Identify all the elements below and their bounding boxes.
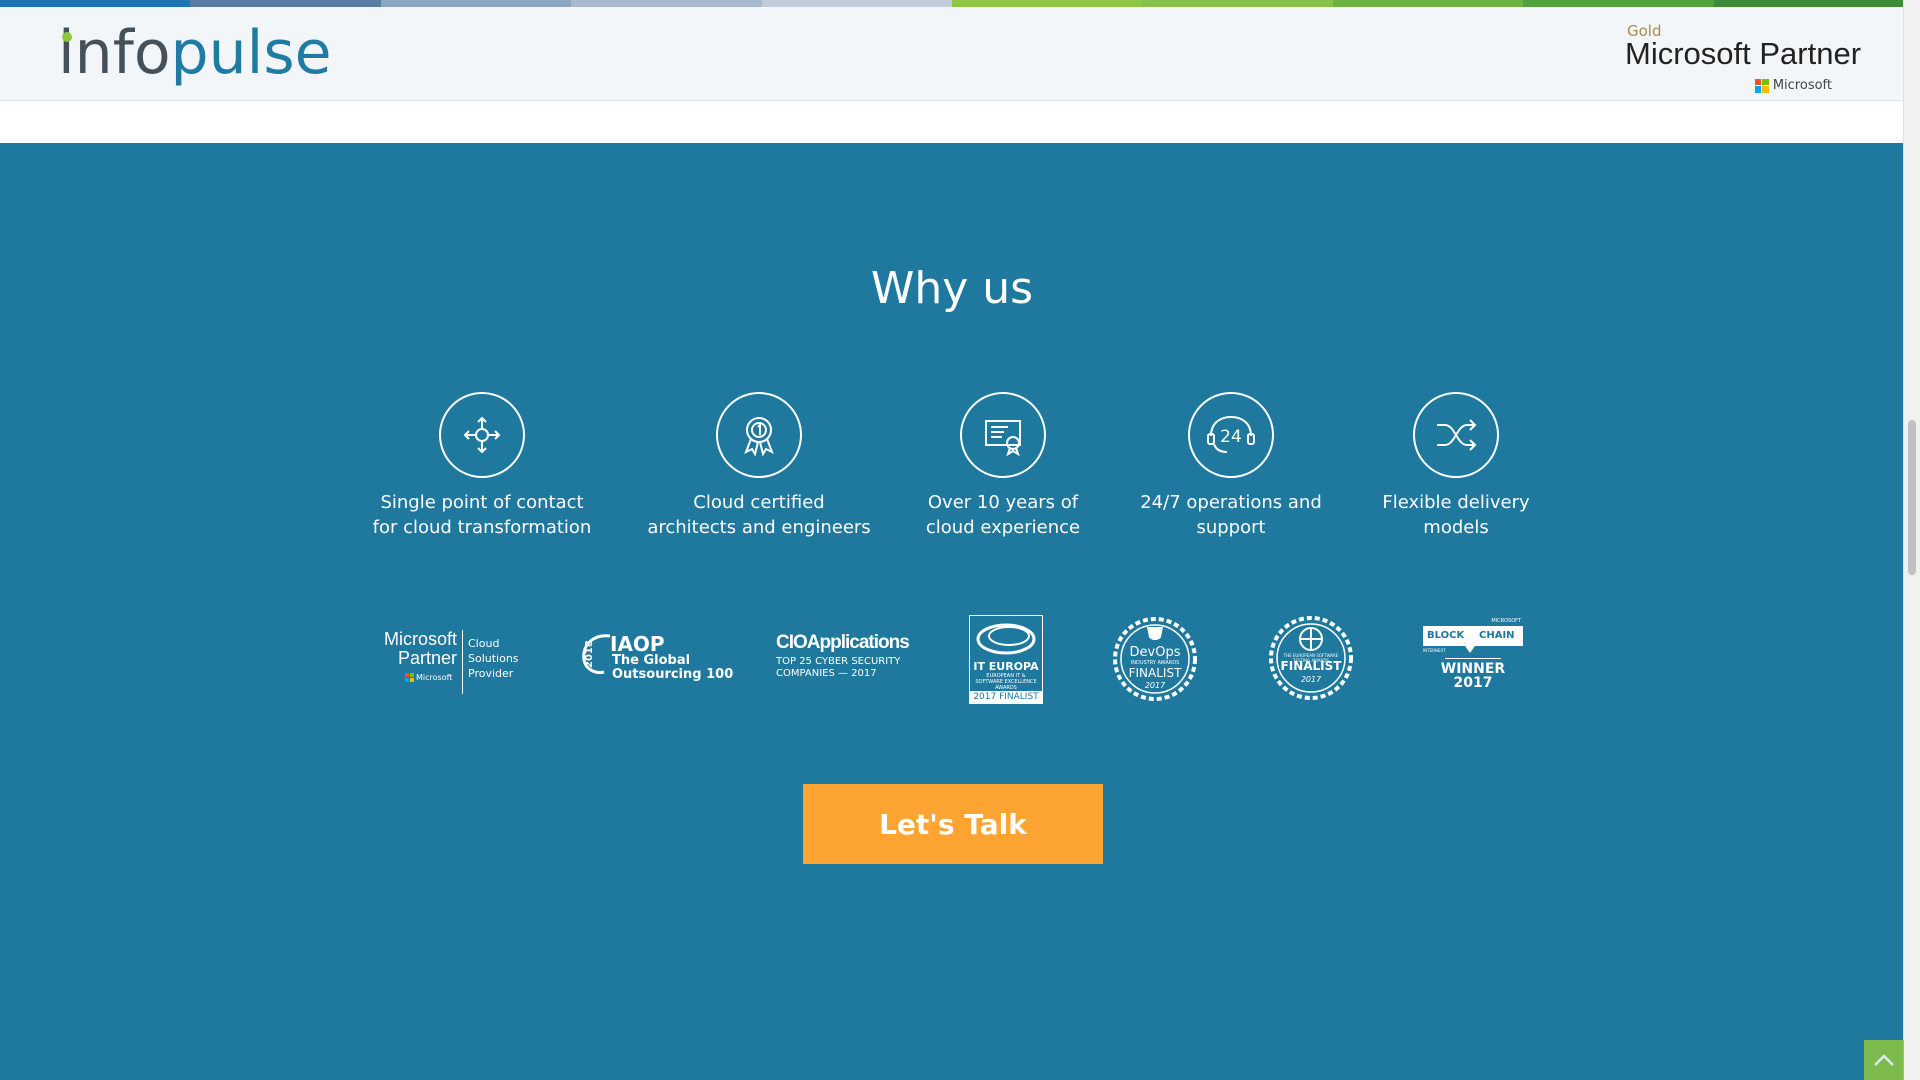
award-devops: DevOps INDUSTRY AWARDS FINALIST 2017: [1111, 615, 1199, 703]
it-europa-foot: 2017 FINALIST: [970, 691, 1042, 703]
ms-brand-text: Microsoft: [1772, 78, 1832, 93]
feature-label: Single point of contact for cloud transf…: [372, 492, 592, 538]
site-header: infopulse Gold Microsoft Partner Microso…: [0, 7, 1904, 101]
ms-award-side3: Provider: [468, 667, 514, 680]
microsoft-logo-icon: [405, 673, 414, 682]
lets-talk-button[interactable]: Let's Talk: [803, 784, 1103, 864]
svg-text:24: 24: [1220, 427, 1242, 447]
it-europa-name: IT EUROPA: [973, 660, 1039, 673]
scrollbar-thumb[interactable]: [1908, 420, 1916, 575]
infopulse-logo[interactable]: infopulse: [58, 13, 332, 93]
award-it-europa: IT EUROPA EUROPEAN IT & SOFTWARE EXCELLE…: [969, 615, 1043, 704]
ms-small-brand: Microsoft: [1754, 78, 1832, 93]
award-ms-cloud-solutions: Microsoft Partner Microsoft Cloud Soluti…: [381, 630, 521, 710]
top-stripe-segment: [1523, 0, 1714, 7]
award-iaop: 2018 IAOP The Global Outsourcing 100: [580, 630, 733, 700]
award-blockchain: MICROSOFT BLOCK CHAIN INTERNEXT WINNER 2…: [1423, 618, 1523, 703]
connect-arrows-icon: [439, 392, 525, 478]
top-stripe-segment: [952, 0, 1143, 7]
devops-name: DevOps: [1129, 645, 1181, 660]
chevron-up-icon: [1874, 1054, 1894, 1066]
cio-brand: CIOApplications: [776, 632, 910, 653]
blockchain-year: 2017: [1453, 675, 1493, 691]
feature-delivery-models: Flexible delivery models: [1341, 392, 1571, 540]
testing-year: 2017: [1300, 675, 1322, 684]
microsoft-logo-icon: [1754, 78, 1769, 93]
cio-line2: COMPANIES — 2017: [776, 668, 877, 679]
cio-line1: TOP 25 CYBER SECURITY: [776, 656, 901, 667]
section-title: Why us: [870, 263, 1034, 314]
back-to-top-button[interactable]: [1864, 1040, 1904, 1080]
top-stripe-segment: [380, 0, 572, 7]
ms-award-side2: Solutions: [468, 652, 519, 665]
award-software-testing: THE EUROPEAN SOFTWARE TESTING AWARDS FIN…: [1268, 615, 1354, 701]
blockchain-chain: CHAIN: [1479, 630, 1515, 641]
shuffle-icon: [1413, 392, 1499, 478]
top-stripe-segment: [1142, 0, 1333, 7]
microsoft-gold-partner-badge: Gold Microsoft Partner Microsoft: [1622, 22, 1861, 100]
devops-year: 2017: [1144, 681, 1166, 690]
iaop-year: 2018: [584, 640, 595, 668]
top-color-stripe: [0, 0, 1905, 7]
top-stripe-segment: [190, 0, 381, 7]
feature-support: 24 24/7 operations and support: [1116, 392, 1346, 540]
top-stripe-segment: [0, 0, 191, 7]
it-europa-ellipse-icon: [976, 623, 1036, 655]
ms-award-side1: Cloud: [468, 637, 500, 650]
testing-status: FINALIST: [1280, 659, 1342, 673]
certificate-icon: [960, 392, 1046, 478]
top-stripe-segment: [761, 0, 953, 7]
feature-experience: Over 10 years of cloud experience: [888, 392, 1118, 540]
it-europa-sub: EUROPEAN IT & SOFTWARE EXCELLENCE AWARDS: [975, 673, 1037, 691]
feature-label: Flexible delivery models: [1382, 492, 1530, 538]
support-24h-icon: 24: [1188, 392, 1274, 478]
iaop-line1: The Global: [612, 653, 691, 668]
feature-label: Over 10 years of cloud experience: [925, 492, 1081, 538]
ms-partner-label: Microsoft Partner: [1625, 36, 1862, 71]
award-cio-applications: CIOApplications TOP 25 CYBER SECURITY CO…: [776, 632, 910, 692]
award-ribbon-icon: [716, 392, 802, 478]
blockchain-tag: MICROSOFT: [1491, 618, 1521, 624]
iaop-name: IAOP: [610, 632, 665, 656]
header-spacer: [0, 101, 1904, 143]
iaop-line2: Outsourcing 100: [612, 667, 734, 682]
logo-text-pulse: pulse: [170, 18, 332, 88]
logo-green-dot: [62, 32, 72, 42]
top-stripe-segment: [1713, 0, 1905, 7]
feature-label: 24/7 operations and support: [1140, 492, 1322, 538]
page-scrollbar[interactable]: [1903, 0, 1920, 1080]
blockchain-small: INTERNEXT: [1423, 648, 1446, 653]
blockchain-block: BLOCK: [1427, 630, 1465, 641]
feature-cloud-certified: Cloud certified architects and engineers: [644, 392, 874, 540]
feature-single-point: Single point of contact for cloud transf…: [367, 392, 597, 540]
feature-label: Cloud certified architects and engineers: [647, 492, 871, 538]
ms-award-line1: Microsoft: [383, 629, 457, 649]
logo-text-info: info: [58, 18, 171, 88]
top-stripe-segment: [571, 0, 762, 7]
top-stripe-segment: [1332, 0, 1524, 7]
blockchain-status: WINNER: [1440, 661, 1506, 677]
awards-row: Microsoft Partner Microsoft Cloud Soluti…: [0, 612, 1904, 712]
devops-status: FINALIST: [1128, 666, 1182, 680]
ms-award-line2: Partner: [397, 648, 457, 668]
ms-award-small: Microsoft: [416, 673, 453, 682]
